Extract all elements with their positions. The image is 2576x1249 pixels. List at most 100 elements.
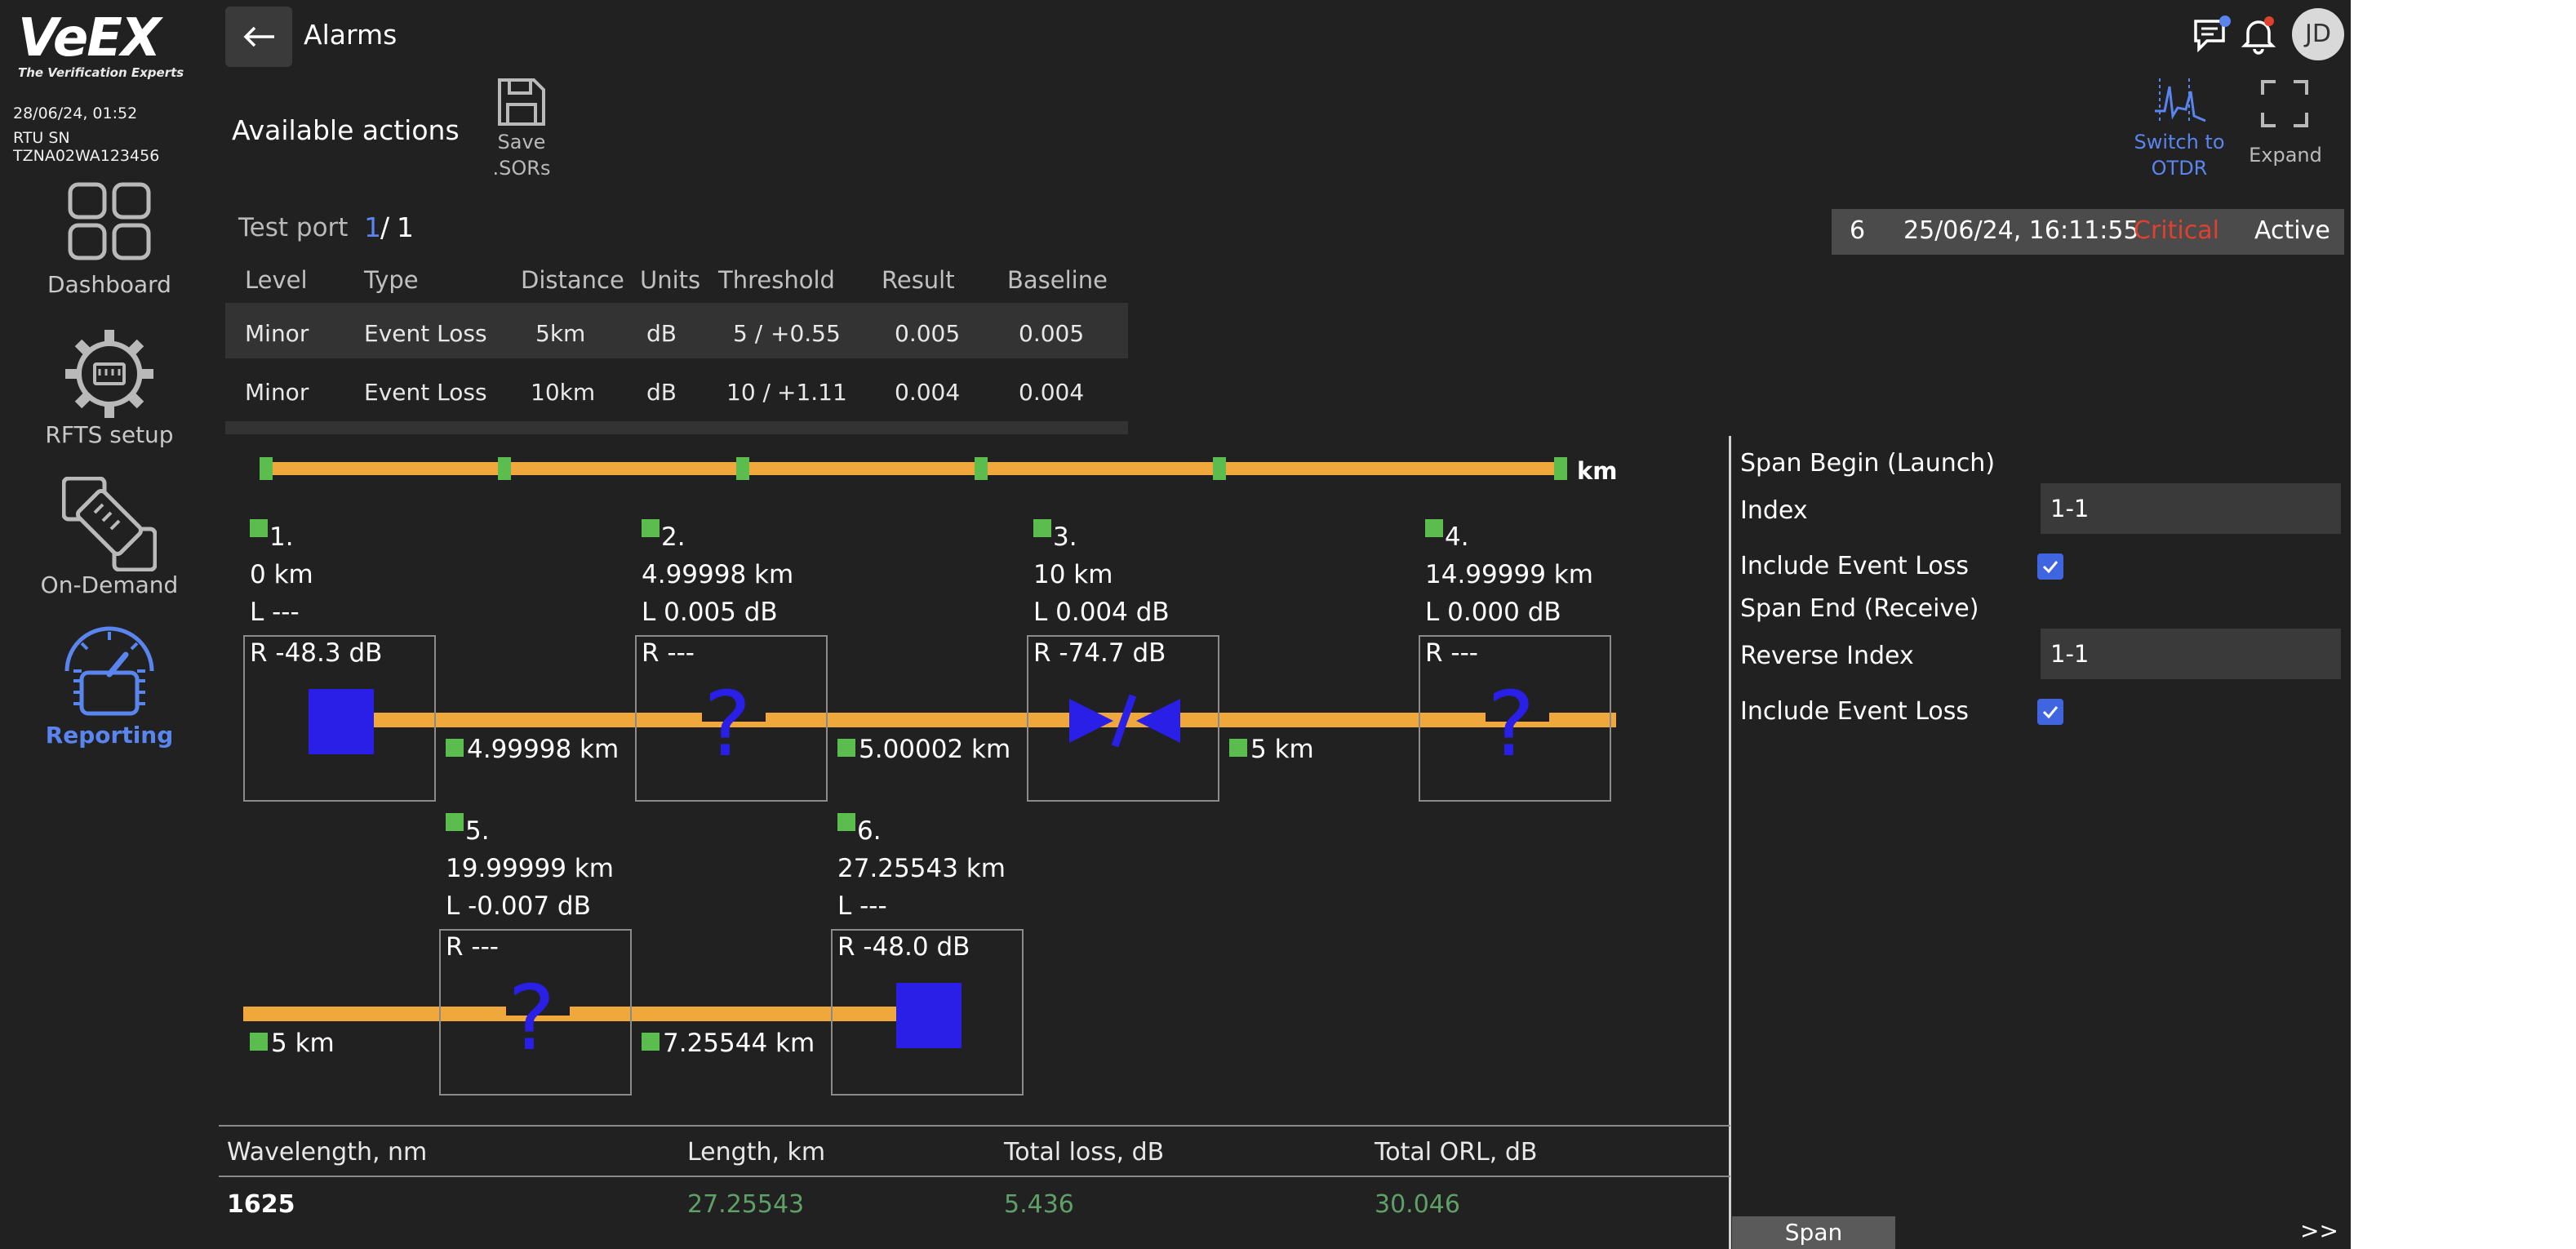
summary-header-orl: Total ORL, dB <box>1375 1138 1538 1167</box>
unknown-event-icon: ? <box>704 672 752 776</box>
switch-label: Switch to <box>2134 131 2225 153</box>
event-box[interactable]: R -48.0 dB <box>831 929 1024 1096</box>
scale-bar <box>264 462 1561 475</box>
connector-icon <box>1069 694 1180 748</box>
summary-loss: 5.436 <box>1004 1190 1074 1219</box>
nav-dashboard-label: Dashboard <box>47 271 171 298</box>
test-port-current[interactable]: 1 <box>364 214 381 241</box>
col-units: Units <box>640 266 701 294</box>
alarm-datetime: 25/06/24, 16:11:55 <box>1903 216 2139 245</box>
span-marker <box>1229 739 1247 757</box>
gear-icon <box>65 330 153 418</box>
arrow-left-icon <box>243 26 274 47</box>
event-reflectance: R -74.7 dB <box>1033 638 1166 668</box>
alarm-status-bar[interactable]: 6 25/06/24, 16:11:55 Critical Active <box>1832 209 2344 255</box>
switch-to-otdr-button[interactable]: Switch to OTDR <box>2122 75 2236 181</box>
panel-divider <box>1729 436 1731 1249</box>
event-box[interactable]: R --- ? <box>439 929 632 1096</box>
col-threshold: Threshold <box>718 266 835 294</box>
launch-end-icon <box>309 689 374 754</box>
event-box[interactable]: R --- ? <box>1419 635 1611 802</box>
event-box[interactable]: R -74.7 dB <box>1027 635 1219 802</box>
event-box[interactable]: R -48.3 dB <box>243 635 436 802</box>
messages-button[interactable] <box>2191 13 2233 56</box>
speedometer-icon <box>64 626 154 716</box>
event-distance: 14.99999 km <box>1425 560 1593 589</box>
expand-button[interactable]: Expand <box>2236 75 2334 173</box>
summary-divider <box>219 1176 1730 1177</box>
device-datetime: 28/06/24, 01:52 <box>13 104 138 122</box>
event-loss: L 0.004 dB <box>1033 598 1170 627</box>
test-port-total: 1 <box>397 211 414 243</box>
summary-orl: 30.046 <box>1375 1190 1460 1219</box>
span-marker <box>837 739 855 757</box>
sidebar: VeEX The Verification Experts 28/06/24, … <box>0 0 219 1249</box>
unknown-event-icon: ? <box>1487 672 1535 776</box>
nav-on-demand-label: On-Demand <box>40 571 179 598</box>
event-distance: 0 km <box>250 560 313 589</box>
nav-dashboard[interactable]: Dashboard <box>0 181 219 320</box>
bell-icon <box>2241 16 2276 55</box>
index-field[interactable]: 1-1 <box>2041 483 2341 534</box>
span-length: 5 km <box>271 1029 335 1058</box>
expand-label: Expand <box>2249 144 2322 167</box>
row-result: 0.004 <box>895 379 961 406</box>
test-port-separator: / <box>380 211 390 243</box>
include-event-loss-checkbox[interactable] <box>2037 699 2063 725</box>
row-units: dB <box>646 320 677 347</box>
col-level: Level <box>245 266 308 294</box>
scale-marker <box>1554 457 1567 480</box>
event-reflectance: R --- <box>446 932 499 962</box>
event-number: 3. <box>1053 522 1077 552</box>
table-row[interactable] <box>225 361 1128 416</box>
event-number: 4. <box>1445 522 1469 552</box>
event-number: 6. <box>857 816 882 846</box>
scale-unit: km <box>1577 457 1618 485</box>
row-units: dB <box>646 379 677 406</box>
otdr-trace-icon <box>2155 78 2206 124</box>
event-box[interactable]: R --- ? <box>635 635 828 802</box>
notifications-button[interactable] <box>2238 13 2279 56</box>
event-marker <box>1425 519 1443 537</box>
table-row[interactable] <box>225 303 1128 358</box>
device-serial: RTU SN TZNA02WA123456 <box>13 129 160 165</box>
col-baseline: Baseline <box>1007 266 1108 294</box>
summary-header-length: Length, km <box>687 1138 826 1167</box>
nav-rfts-setup[interactable]: RFTS setup <box>0 327 219 465</box>
more-button[interactable]: >> <box>2300 1220 2338 1242</box>
index-label: Index <box>1740 496 1808 525</box>
back-button[interactable] <box>225 7 292 67</box>
reverse-index-field[interactable]: 1-1 <box>2041 629 2341 679</box>
row-type: Event Loss <box>364 320 487 347</box>
avatar[interactable]: JD <box>2292 8 2344 60</box>
alarm-severity: Critical <box>2134 216 2219 245</box>
on-demand-icon <box>62 477 157 571</box>
test-port-label: Test port <box>238 213 349 242</box>
event-distance: 10 km <box>1033 560 1113 589</box>
include-event-loss-checkbox[interactable] <box>2037 553 2063 580</box>
save-sors-button[interactable]: Save .SORs <box>485 75 558 181</box>
span-length: 5.00002 km <box>859 735 1011 764</box>
dashboard-icon <box>68 182 151 260</box>
row-baseline: 0.004 <box>1019 379 1085 406</box>
tab-span[interactable]: Span <box>1732 1216 1895 1249</box>
checkmark-icon <box>2042 561 2059 574</box>
save-sors-label: .SORs <box>492 157 551 180</box>
row-type: Event Loss <box>364 379 487 406</box>
include-event-loss-label: Include Event Loss <box>1740 697 1970 726</box>
span-end-title: Span End (Receive) <box>1740 594 1979 623</box>
fiber-end-icon <box>896 983 962 1048</box>
span-begin-title: Span Begin (Launch) <box>1740 449 1996 478</box>
row-distance: 10km <box>531 379 596 406</box>
app-window: VeEX The Verification Experts 28/06/24, … <box>0 0 2351 1249</box>
span-marker <box>642 1033 660 1051</box>
nav-reporting[interactable]: Reporting <box>0 625 219 764</box>
event-marker <box>642 519 660 537</box>
span-marker <box>250 1033 268 1051</box>
brand-tagline: The Verification Experts <box>18 65 184 80</box>
event-loss: L -0.007 dB <box>446 891 591 921</box>
save-label: Save <box>497 131 546 153</box>
nav-on-demand[interactable]: On-Demand <box>0 477 219 616</box>
event-marker <box>250 519 268 537</box>
reverse-index-label: Reverse Index <box>1740 642 1914 670</box>
